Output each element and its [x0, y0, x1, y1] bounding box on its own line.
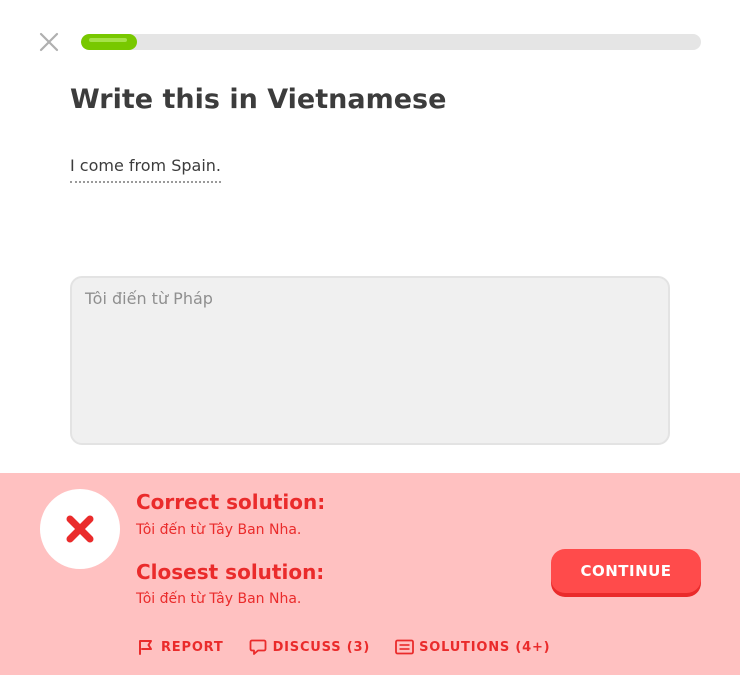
closest-solution-heading: Closest solution:: [136, 560, 325, 584]
continue-button[interactable]: CONTINUE: [551, 549, 701, 593]
feedback-actions: REPORT DISCUSS (3) SOLUTIONS (4+): [136, 637, 574, 657]
x-icon: [66, 515, 94, 543]
progress-shine: [89, 38, 127, 42]
feedback-panel: Correct solution: Tôi đến từ Tây Ban Nha…: [0, 473, 740, 675]
discuss-label: DISCUSS (3): [272, 639, 371, 655]
lesson-screen: Write this in Vietnamese I come from Spa…: [0, 0, 740, 675]
correct-solution-heading: Correct solution:: [136, 490, 326, 514]
challenge-title: Write this in Vietnamese: [70, 84, 447, 115]
discuss-link[interactable]: DISCUSS (3): [248, 637, 370, 657]
correct-solution-text: Tôi đến từ Tây Ban Nha.: [136, 522, 302, 538]
flag-icon: [136, 637, 156, 657]
source-sentence[interactable]: I come from Spain.: [70, 156, 222, 183]
solutions-label: SOLUTIONS (4+): [419, 639, 551, 655]
close-button[interactable]: [37, 30, 61, 54]
answer-input[interactable]: [70, 276, 670, 445]
speech-bubble-icon: [248, 637, 268, 657]
solutions-link[interactable]: SOLUTIONS (4+): [394, 637, 550, 657]
incorrect-badge: [40, 489, 120, 569]
report-link[interactable]: REPORT: [136, 637, 224, 657]
closest-solution-text: Tôi đến từ Tây Ban Nha.: [136, 591, 302, 607]
list-icon: [394, 637, 414, 657]
report-label: REPORT: [161, 639, 224, 655]
progress-fill: [81, 34, 137, 50]
close-icon: [39, 32, 59, 52]
lesson-progress-bar: [81, 34, 701, 50]
